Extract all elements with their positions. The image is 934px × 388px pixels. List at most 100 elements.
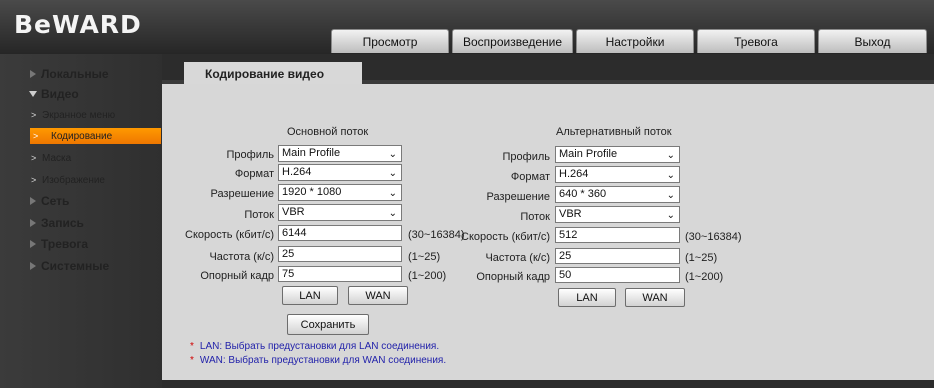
sidebar-item-osd[interactable]: > Экранное меню (0, 105, 162, 125)
alt-framerate-range: (1~25) (685, 252, 718, 264)
chevron-right-icon: > (33, 131, 39, 141)
chevron-down-icon: ⌄ (388, 149, 397, 160)
main-resolution-value: 1920 * 1080 (282, 186, 342, 198)
tab-settings[interactable]: Настройки (576, 29, 694, 53)
main-keyframe-range: (1~200) (408, 270, 447, 282)
wan-note-text: WAN: Выбрать предустановки для WAN соеди… (199, 355, 447, 366)
chevron-right-icon: > (31, 175, 37, 185)
main-keyframe-label: Опорный кадр (200, 270, 274, 282)
sidebar-item-image[interactable]: > Изображение (0, 170, 162, 190)
tab-exit[interactable]: Выход (818, 29, 927, 53)
main-format-select[interactable]: H.264 ⌄ (278, 164, 402, 181)
main-stream-type-value: VBR (282, 206, 305, 218)
alt-resolution-label: Разрешение (486, 191, 550, 203)
chevron-down-icon: ⌄ (388, 168, 397, 179)
alt-keyframe-input[interactable]: 50 (555, 267, 680, 283)
main-stream-type-select[interactable]: VBR ⌄ (278, 204, 402, 221)
main-profile-select[interactable]: Main Profile ⌄ (278, 145, 402, 162)
sidebar-item-label: Экранное меню (42, 109, 116, 121)
save-button[interactable]: Сохранить (287, 314, 369, 335)
triangle-right-icon (30, 70, 36, 78)
chevron-down-icon: ⌄ (388, 188, 397, 199)
main-profile-label: Профиль (226, 149, 275, 161)
triangle-right-icon (30, 197, 36, 205)
main-resolution-label: Разрешение (210, 188, 274, 200)
alt-resolution-value: 640 * 360 (559, 188, 607, 200)
page-title: Кодирование видео (184, 62, 362, 84)
sidebar-item-alarm[interactable]: Тревога (0, 234, 162, 254)
sidebar-item-label: Кодирование (51, 130, 113, 142)
alt-framerate-input[interactable]: 25 (555, 248, 680, 264)
sidebar-item-network[interactable]: Сеть (0, 191, 162, 211)
main-stream-heading: Основной поток (287, 126, 369, 138)
main-format-value: H.264 (282, 166, 312, 178)
alt-bitrate-range: (30~16384) (685, 231, 742, 243)
app-header: BeWARD Просмотр Воспроизведение Настройк… (0, 0, 934, 54)
triangle-right-icon (30, 262, 36, 270)
sidebar-item-label: Системные (41, 259, 110, 273)
main-wan-button[interactable]: WAN (348, 286, 408, 305)
main-framerate-input[interactable]: 25 (278, 246, 402, 262)
lan-note: * LAN: Выбрать предустановки для LAN соед… (190, 341, 439, 352)
sidebar-item-system[interactable]: Системные (0, 256, 162, 276)
required-star: * (190, 355, 194, 366)
sidebar-item-label: Запись (41, 216, 84, 230)
main-bitrate-input[interactable]: 6144 (278, 225, 402, 241)
alt-stream-type-label: Поток (520, 211, 550, 223)
alt-wan-button[interactable]: WAN (625, 288, 685, 307)
sidebar-item-label: Сеть (41, 194, 70, 208)
alt-profile-select[interactable]: Main Profile ⌄ (555, 146, 680, 163)
triangle-down-icon (29, 91, 37, 97)
sidebar-item-label: Изображение (42, 174, 105, 186)
alt-lan-button[interactable]: LAN (558, 288, 616, 307)
triangle-right-icon (30, 240, 36, 248)
sidebar-item-encoding[interactable]: > Кодирование (30, 128, 161, 144)
tab-alarm[interactable]: Тревога (697, 29, 815, 53)
chevron-down-icon: ⌄ (388, 208, 397, 219)
alt-keyframe-range: (1~200) (685, 271, 724, 283)
main-stream-type-label: Поток (244, 209, 274, 221)
main-framerate-label: Частота (к/с) (209, 251, 274, 263)
bottom-bar (162, 380, 934, 388)
sidebar-item-record[interactable]: Запись (0, 213, 162, 233)
tab-view[interactable]: Просмотр (331, 29, 449, 53)
alt-keyframe-label: Опорный кадр (476, 271, 550, 283)
main-resolution-select[interactable]: 1920 * 1080 ⌄ (278, 184, 402, 201)
alt-bitrate-label: Скорость (кбит/с) (461, 231, 550, 243)
sidebar-item-video[interactable]: Видео (0, 84, 162, 104)
alt-format-label: Формат (510, 171, 550, 183)
main-keyframe-input[interactable]: 75 (278, 266, 402, 282)
alt-format-select[interactable]: H.264 ⌄ (555, 166, 680, 183)
chevron-down-icon: ⌄ (666, 190, 675, 201)
main-lan-button[interactable]: LAN (282, 286, 338, 305)
alt-profile-value: Main Profile (559, 148, 618, 160)
main-profile-value: Main Profile (282, 147, 341, 159)
lan-note-text: LAN: Выбрать предустановки для LAN соеди… (199, 341, 440, 352)
beward-logo: BeWARD (14, 10, 142, 39)
main-framerate-range: (1~25) (408, 251, 441, 263)
alt-framerate-label: Частота (к/с) (485, 252, 550, 264)
sidebar-item-label: Тревога (41, 237, 89, 251)
alt-format-value: H.264 (559, 168, 589, 180)
alt-stream-heading: Альтернативный поток (556, 126, 672, 138)
alt-resolution-select[interactable]: 640 * 360 ⌄ (555, 186, 680, 203)
tab-playback[interactable]: Воспроизведение (452, 29, 573, 53)
alt-stream-type-select[interactable]: VBR ⌄ (555, 206, 680, 223)
alt-profile-label: Профиль (502, 151, 551, 163)
sidebar-item-label: Видео (41, 87, 79, 101)
chevron-down-icon: ⌄ (666, 150, 675, 161)
required-star: * (190, 341, 194, 352)
alt-stream-type-value: VBR (559, 208, 582, 220)
sidebar-item-label: Локальные (41, 67, 109, 81)
sidebar-item-mask[interactable]: > Маска (0, 148, 162, 168)
alt-bitrate-input[interactable]: 512 (555, 227, 680, 243)
sidebar-item-local[interactable]: Локальные (0, 64, 162, 84)
chevron-right-icon: > (31, 153, 37, 163)
chevron-right-icon: > (31, 110, 37, 120)
main-bitrate-label: Скорость (кбит/с) (185, 229, 274, 241)
triangle-right-icon (30, 219, 36, 227)
chevron-down-icon: ⌄ (666, 170, 675, 181)
main-format-label: Формат (234, 168, 274, 180)
sidebar: Локальные Видео > Экранное меню > Кодиро… (0, 54, 162, 388)
top-nav-tabs: Просмотр Воспроизведение Настройки Трево… (331, 29, 927, 53)
